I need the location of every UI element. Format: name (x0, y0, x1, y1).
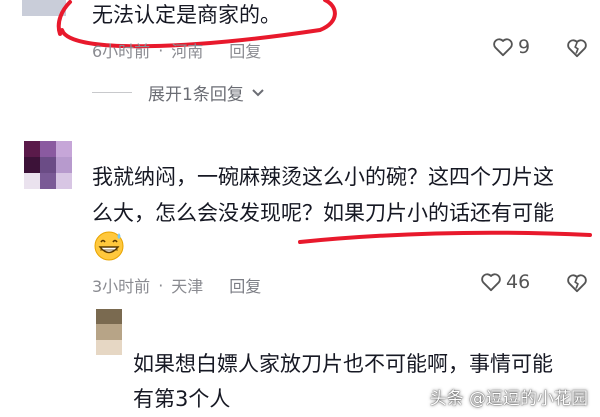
avatar[interactable] (24, 141, 72, 189)
watermark-text: 头条 @逗逗的小花园 (429, 389, 588, 409)
location: 河南 (171, 42, 204, 61)
separator: · (158, 275, 164, 295)
comment-text-line-1: 我就纳闷，一碗麻辣烫这么小的碗？这四个刀片这 (92, 165, 554, 189)
watermark: 头条 @逗逗的小花园 (430, 384, 588, 409)
like-button[interactable]: 9 (492, 36, 530, 58)
divider (92, 92, 132, 93)
like-button[interactable]: 46 (480, 271, 530, 293)
comment-meta: 3小时前 · 天津 回复 (92, 273, 261, 297)
broken-heart-icon[interactable] (566, 38, 588, 58)
broken-heart-icon[interactable] (566, 273, 588, 293)
comment-text-line-2: 么大，怎么会没发现呢？如果刀片小的话还有可能 (92, 201, 554, 225)
comment-meta: 6小时前 · 河南 回复 (92, 38, 261, 62)
heart-icon (493, 38, 513, 57)
reply-text-line-2: 有第3个人 (133, 387, 231, 411)
chevron-down-icon (252, 88, 264, 96)
timestamp: 6小时前 (92, 42, 151, 61)
expand-label: 展开1条回复 (148, 85, 244, 105)
reply-button[interactable]: 回复 (229, 273, 261, 297)
like-count: 46 (506, 271, 531, 293)
expand-replies-button[interactable]: 展开1条回复 (92, 80, 266, 105)
heart-icon (481, 273, 501, 292)
reply-text-line-1: 如果想白嫖人家放刀片也不可能啊，事情可能 (133, 352, 553, 376)
reply-button[interactable]: 回复 (229, 38, 261, 62)
avatar[interactable] (22, 0, 66, 16)
like-count: 9 (518, 36, 531, 58)
timestamp: 3小时前 (92, 277, 151, 296)
avatar[interactable] (96, 309, 122, 355)
comment-text: 无法认定是商家的。 (92, 3, 281, 27)
grin-sweat-emoji (94, 231, 124, 261)
separator: · (158, 40, 164, 60)
location: 天津 (171, 277, 204, 296)
